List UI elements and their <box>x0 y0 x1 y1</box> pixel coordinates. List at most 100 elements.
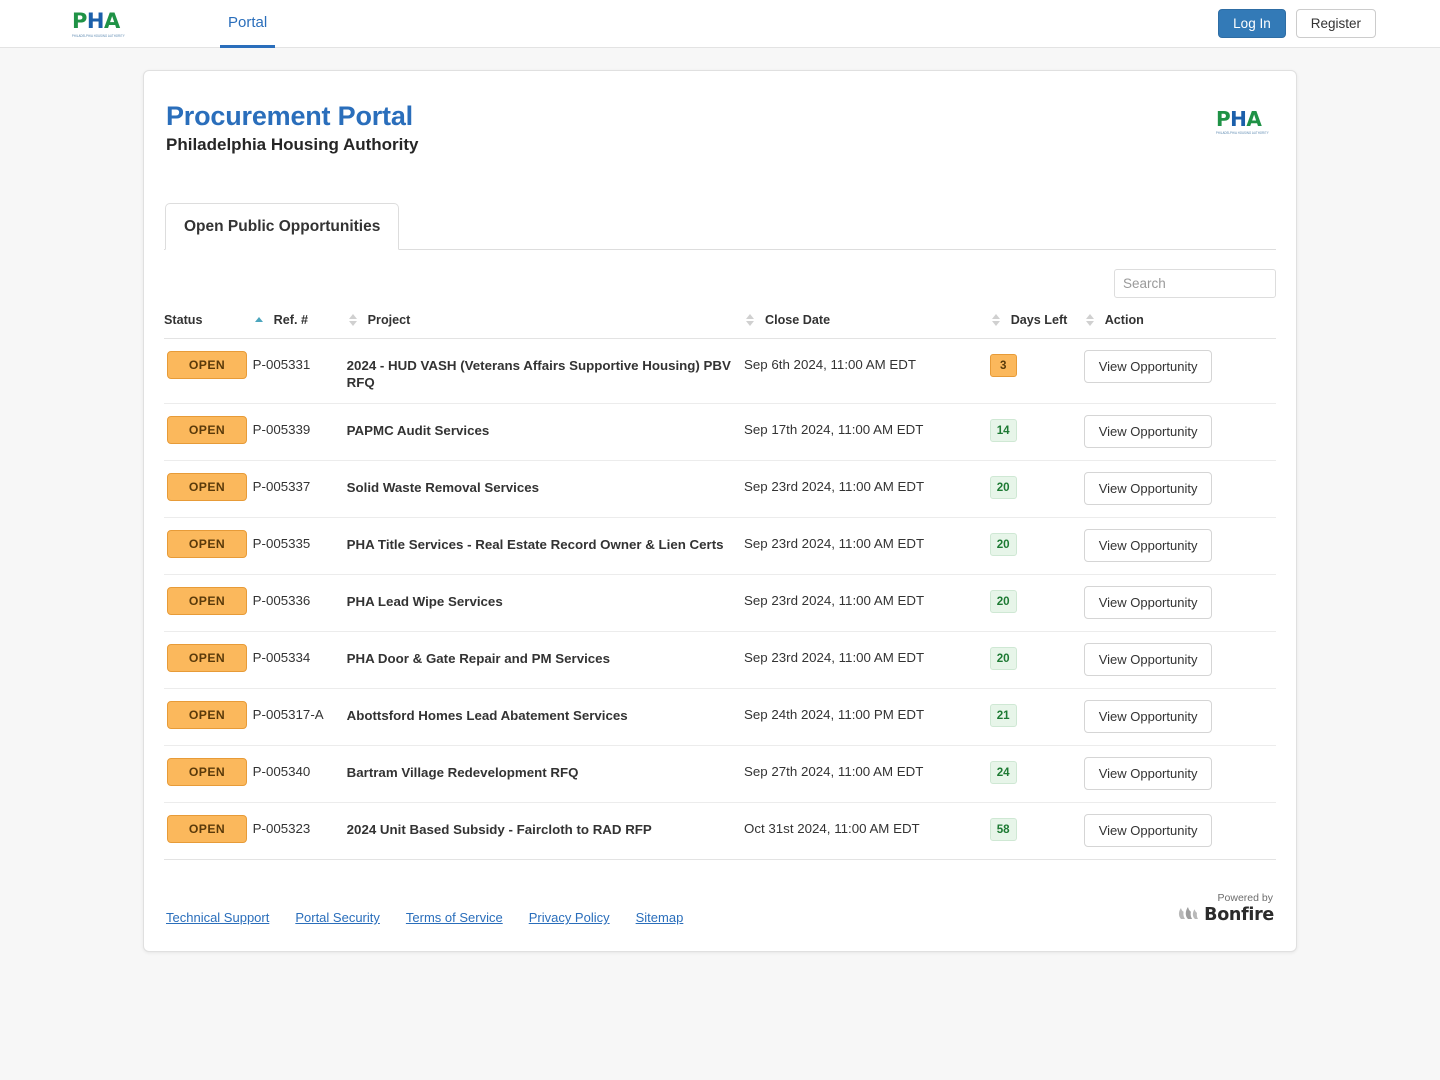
days-left-badge: 20 <box>989 476 1017 500</box>
portal-card: Procurement Portal Philadelphia Housing … <box>143 70 1297 953</box>
sort-icon-close-date[interactable] <box>990 314 1002 327</box>
cell-status: OPEN <box>164 631 253 690</box>
search-input[interactable] <box>1114 269 1276 299</box>
tab-strip: Open Public Opportunities <box>164 203 1276 251</box>
cell-action: View Opportunity <box>1083 688 1276 747</box>
cell-status: OPEN <box>164 517 253 576</box>
footer-link-sitemap[interactable]: Sitemap <box>636 910 684 925</box>
search-row <box>164 269 1276 299</box>
view-opportunity-button[interactable]: View Opportunity <box>1083 643 1213 677</box>
table-row: OPEN P-005340 Bartram Village Redevelopmen… <box>164 745 1276 804</box>
cell-project: Solid Waste Removal Services <box>346 460 745 519</box>
cell-ref: P-005331 <box>252 338 347 405</box>
view-opportunity-button[interactable]: View Opportunity <box>1083 472 1213 506</box>
column-label-ref: Ref. # <box>273 313 308 328</box>
view-opportunity-button[interactable]: View Opportunity <box>1083 757 1213 791</box>
bonfire-flame-icon <box>1177 906 1199 925</box>
cell-project: PHA Lead Wipe Services <box>346 574 745 633</box>
column-label-action: Action <box>1104 313 1144 328</box>
cell-action: View Opportunity <box>1083 631 1276 690</box>
column-header-project[interactable]: Project <box>346 309 745 340</box>
cell-days-left: 20 <box>989 460 1084 519</box>
footer-link-technical-support[interactable]: Technical Support <box>166 910 269 925</box>
pha-wordmark: PHA <box>72 8 128 33</box>
cell-ref: P-005335 <box>252 517 347 576</box>
cell-action: View Opportunity <box>1083 802 1276 861</box>
cell-ref: P-005340 <box>252 745 347 804</box>
pha-logo-letter-h: H <box>86 8 105 33</box>
cell-days-left: 20 <box>989 517 1084 576</box>
cell-close-date: Sep 17th 2024, 11:00 AM EDT <box>744 403 990 462</box>
register-button[interactable]: Register <box>1295 9 1376 38</box>
cell-close-date: Sep 6th 2024, 11:00 AM EDT <box>744 338 990 405</box>
footer-link-portal-security[interactable]: Portal Security <box>295 910 380 925</box>
cell-action: View Opportunity <box>1083 338 1276 405</box>
days-left-badge: 20 <box>989 647 1017 671</box>
page-subtitle: Philadelphia Housing Authority <box>166 135 419 155</box>
cell-project: PHA Title Services - Real Estate Record … <box>346 517 745 576</box>
cell-action: View Opportunity <box>1083 517 1276 576</box>
days-left-badge: 14 <box>989 419 1017 443</box>
status-badge: OPEN <box>167 701 247 730</box>
column-label-status: Status <box>164 313 203 328</box>
cell-action: View Opportunity <box>1083 574 1276 633</box>
column-header-days-left[interactable]: Days Left <box>989 309 1084 340</box>
table-row: OPEN P-005323 2024 Unit Based Subsidy - Fa… <box>164 802 1276 861</box>
cell-ref: P-005336 <box>252 574 347 633</box>
pha-header-wordmark: PHA <box>1216 109 1270 129</box>
cell-action: View Opportunity <box>1083 745 1276 804</box>
cell-ref: P-005334 <box>252 631 347 690</box>
sort-icon-ref[interactable] <box>347 314 359 327</box>
view-opportunity-button[interactable]: View Opportunity <box>1083 529 1213 563</box>
column-label-close-date: Close Date <box>765 313 831 328</box>
cell-project: 2024 Unit Based Subsidy - Faircloth to R… <box>346 802 745 861</box>
cell-status: OPEN <box>164 745 253 804</box>
sort-icon-days-left[interactable] <box>1084 314 1096 327</box>
cell-status: OPEN <box>164 460 253 519</box>
status-badge: OPEN <box>167 587 247 616</box>
column-label-project: Project <box>367 313 411 328</box>
cell-status: OPEN <box>164 802 253 861</box>
cell-project: PAPMC Audit Services <box>346 403 745 462</box>
column-header-ref[interactable]: Ref. # <box>252 309 347 340</box>
pha-logo-letter-p: P <box>72 8 87 33</box>
page-wrapper: Procurement Portal Philadelphia Housing … <box>0 48 1440 953</box>
sort-icon-project[interactable] <box>744 314 756 327</box>
view-opportunity-button[interactable]: View Opportunity <box>1083 586 1213 620</box>
view-opportunity-button[interactable]: View Opportunity <box>1083 415 1213 449</box>
pha-logo-tagline: PHILADELPHIA HOUSING AUTHORITY <box>72 33 125 38</box>
status-badge: OPEN <box>167 530 247 559</box>
sort-ascending-icon-status[interactable] <box>253 316 265 324</box>
top-navbar: PHA PHILADELPHIA HOUSING AUTHORITY Porta… <box>0 0 1440 48</box>
view-opportunity-button[interactable]: View Opportunity <box>1083 700 1213 734</box>
log-in-button[interactable]: Log In <box>1218 9 1286 38</box>
column-header-status[interactable]: Status <box>164 309 253 340</box>
column-header-action: Action <box>1083 309 1276 340</box>
view-opportunity-button[interactable]: View Opportunity <box>1083 350 1213 384</box>
cell-close-date: Sep 23rd 2024, 11:00 AM EDT <box>744 517 990 576</box>
portal-header-text: Procurement Portal Philadelphia Housing … <box>166 101 419 155</box>
cell-ref: P-005323 <box>252 802 347 861</box>
bonfire-wordmark: Bonfire <box>1204 905 1274 926</box>
column-header-close-date[interactable]: Close Date <box>744 309 990 340</box>
cell-status: OPEN <box>164 338 253 405</box>
nav-tab-portal[interactable]: Portal <box>220 0 276 48</box>
cell-close-date: Sep 23rd 2024, 11:00 AM EDT <box>744 631 990 690</box>
pha-logo-letter-a: A <box>103 8 120 33</box>
cell-days-left: 58 <box>989 802 1084 861</box>
cell-close-date: Sep 23rd 2024, 11:00 AM EDT <box>744 460 990 519</box>
pha-logo[interactable]: PHA PHILADELPHIA HOUSING AUTHORITY <box>72 10 128 38</box>
cell-days-left: 20 <box>989 631 1084 690</box>
cell-days-left: 3 <box>989 338 1084 405</box>
footer-link-terms-of-service[interactable]: Terms of Service <box>406 910 503 925</box>
pha-header-letter-a: A <box>1246 107 1262 131</box>
days-left-badge: 24 <box>989 761 1017 785</box>
cell-status: OPEN <box>164 688 253 747</box>
portal-header: Procurement Portal Philadelphia Housing … <box>164 101 1276 155</box>
view-opportunity-button[interactable]: View Opportunity <box>1083 814 1213 848</box>
footer-link-privacy-policy[interactable]: Privacy Policy <box>529 910 610 925</box>
cell-project: 2024 - HUD VASH (Veterans Affairs Suppor… <box>346 338 745 405</box>
tab-open-public-opportunities[interactable]: Open Public Opportunities <box>165 203 400 251</box>
table-row: OPEN P-005334 PHA Door & Gate Repair and P… <box>164 631 1276 690</box>
cell-close-date: Sep 27th 2024, 11:00 AM EDT <box>744 745 990 804</box>
